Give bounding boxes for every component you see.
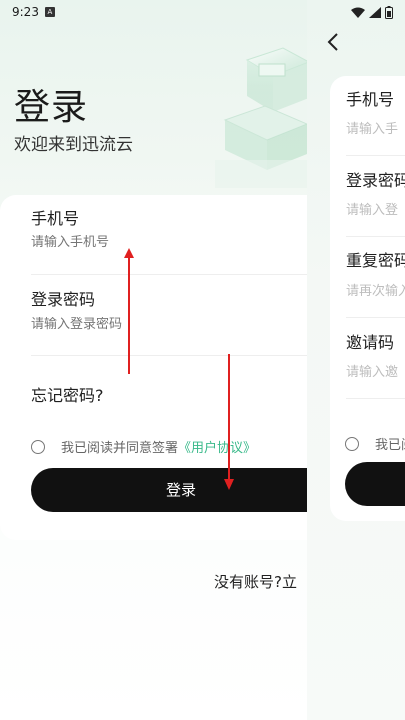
user-agreement-link[interactable]: 《用户协议》: [178, 437, 256, 456]
decorative-3d-cube-illustration: [215, 47, 307, 188]
agreement-row: 我已阅读并同意签署 《用户协议》: [31, 437, 256, 456]
invite-code-label: 邀请码: [346, 333, 395, 352]
invite-code-divider: [346, 398, 405, 399]
back-arrow-icon[interactable]: [327, 32, 339, 52]
register-phone-divider: [346, 155, 405, 156]
register-password-input[interactable]: 请输入登: [346, 199, 398, 218]
register-password-divider: [346, 236, 405, 237]
register-password-label: 登录密码: [346, 171, 405, 190]
status-bar: 9:23 A: [0, 0, 405, 24]
welcome-subtitle: 欢迎来到迅流云: [14, 135, 133, 155]
password-divider: [31, 355, 307, 356]
invite-code-input[interactable]: 请输入邀: [346, 361, 398, 380]
password-label: 登录密码: [31, 290, 96, 309]
register-agreement-radio[interactable]: [345, 436, 359, 451]
signal-icon: [369, 6, 381, 18]
login-button[interactable]: 登录: [31, 468, 307, 512]
register-agreement-text: 我已阅: [375, 438, 405, 453]
battery-icon: [385, 5, 393, 19]
page-title: 登录: [14, 87, 89, 128]
status-time: 9:23: [12, 5, 39, 19]
a-badge-icon: A: [44, 7, 55, 17]
agreement-radio[interactable]: [31, 439, 45, 454]
phone-input[interactable]: [31, 235, 291, 250]
repeat-password-divider: [346, 317, 405, 318]
register-phone-input[interactable]: 请输入手: [346, 118, 398, 137]
password-input[interactable]: [31, 317, 291, 332]
register-prompt[interactable]: 没有账号?立: [214, 571, 297, 592]
wifi-icon: [351, 7, 365, 18]
register-screen: 手机号 请输入手 登录密码 请输入登 重复密码 请再次输入 邀请码 请输入邀 我…: [307, 0, 405, 720]
login-screen: 登录 欢迎来到迅流云 手机号 登录密码 忘记密码? 我已阅读并同意签署 《用户协…: [0, 0, 307, 720]
register-agreement-row: 我已阅: [345, 434, 405, 453]
repeat-password-input[interactable]: 请再次输入: [346, 280, 405, 299]
agreement-text: 我已阅读并同意签署: [61, 441, 179, 456]
register-button[interactable]: [345, 462, 405, 506]
phone-label: 手机号: [31, 209, 80, 228]
register-phone-label: 手机号: [346, 90, 395, 109]
forgot-password-link[interactable]: 忘记密码?: [31, 382, 104, 406]
phone-divider: [31, 274, 307, 275]
repeat-password-label: 重复密码: [346, 251, 405, 270]
